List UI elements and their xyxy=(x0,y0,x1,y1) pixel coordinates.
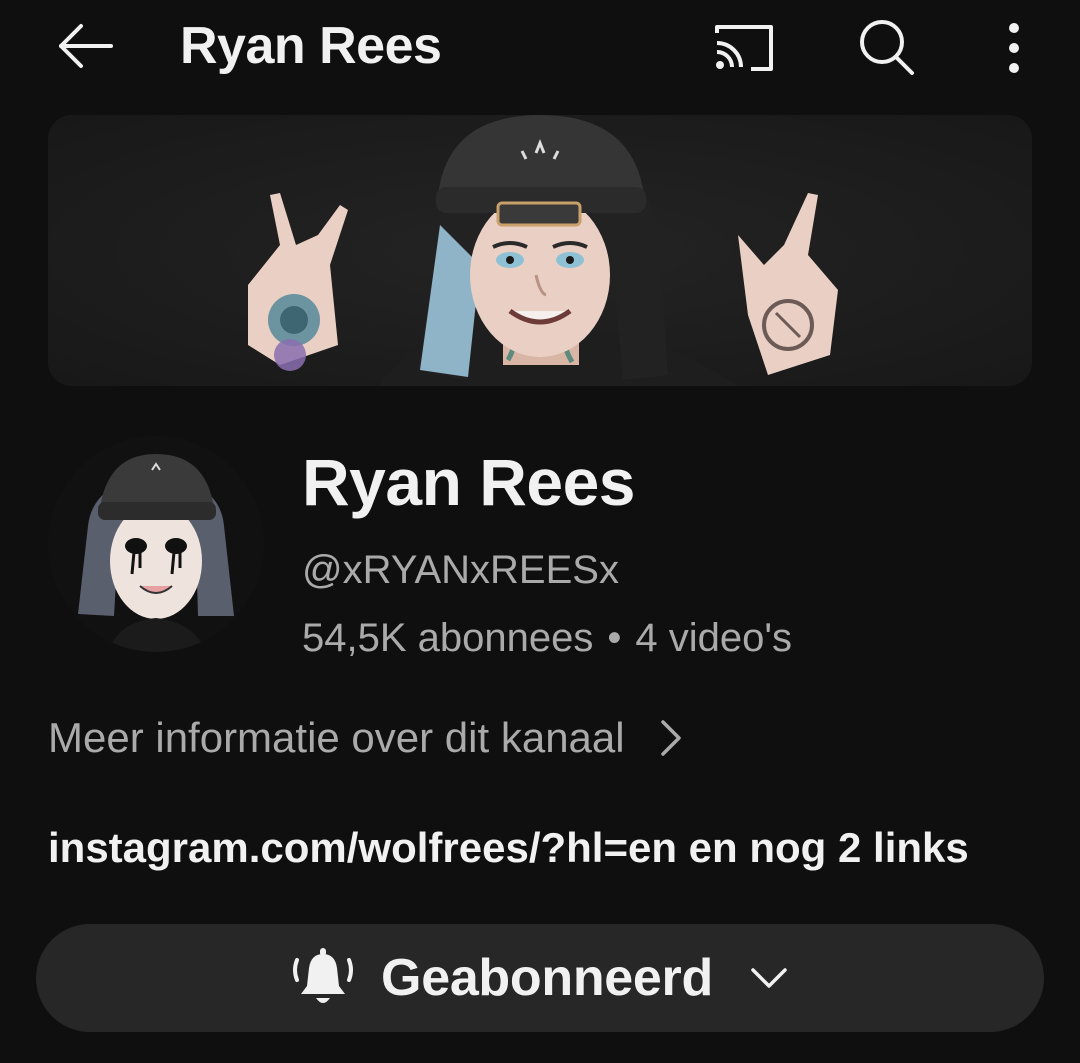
stats-separator: • xyxy=(607,616,622,660)
cast-button[interactable] xyxy=(706,14,780,80)
top-app-bar: Ryan Rees xyxy=(0,0,1080,96)
subscribed-label: Geabonneerd xyxy=(381,949,713,1007)
page-title: Ryan Rees xyxy=(180,17,442,75)
subscribed-button[interactable]: Geabonneerd xyxy=(36,924,1044,1032)
channel-stats: 54,5K abonnees • 4 video's xyxy=(302,610,792,666)
subscriber-count: 54,5K abonnees xyxy=(302,616,594,660)
channel-banner xyxy=(48,115,1032,386)
search-icon xyxy=(860,20,914,75)
more-info-link[interactable]: Meer informatie over dit kanaal xyxy=(48,708,683,768)
channel-links[interactable]: instagram.com/wolfrees/?hl=en en nog 2 l… xyxy=(48,818,969,878)
more-info-label: Meer informatie over dit kanaal xyxy=(48,714,625,761)
channel-handle: @xRYANxREESx xyxy=(302,548,619,592)
back-button[interactable] xyxy=(52,16,118,76)
more-options-button[interactable] xyxy=(990,14,1038,82)
channel-avatar[interactable] xyxy=(48,436,264,652)
banner-artwork xyxy=(48,115,1032,386)
cast-icon xyxy=(715,25,773,71)
back-arrow-icon xyxy=(59,24,113,68)
channel-name: Ryan Rees xyxy=(302,445,636,519)
chevron-down-icon xyxy=(749,966,789,990)
avatar-artwork xyxy=(48,436,264,652)
chevron-right-icon xyxy=(659,718,683,758)
bell-ringing-icon xyxy=(291,946,355,1010)
video-count: 4 video's xyxy=(635,616,793,660)
more-vert-icon xyxy=(1009,23,1019,73)
search-button[interactable] xyxy=(850,12,924,82)
